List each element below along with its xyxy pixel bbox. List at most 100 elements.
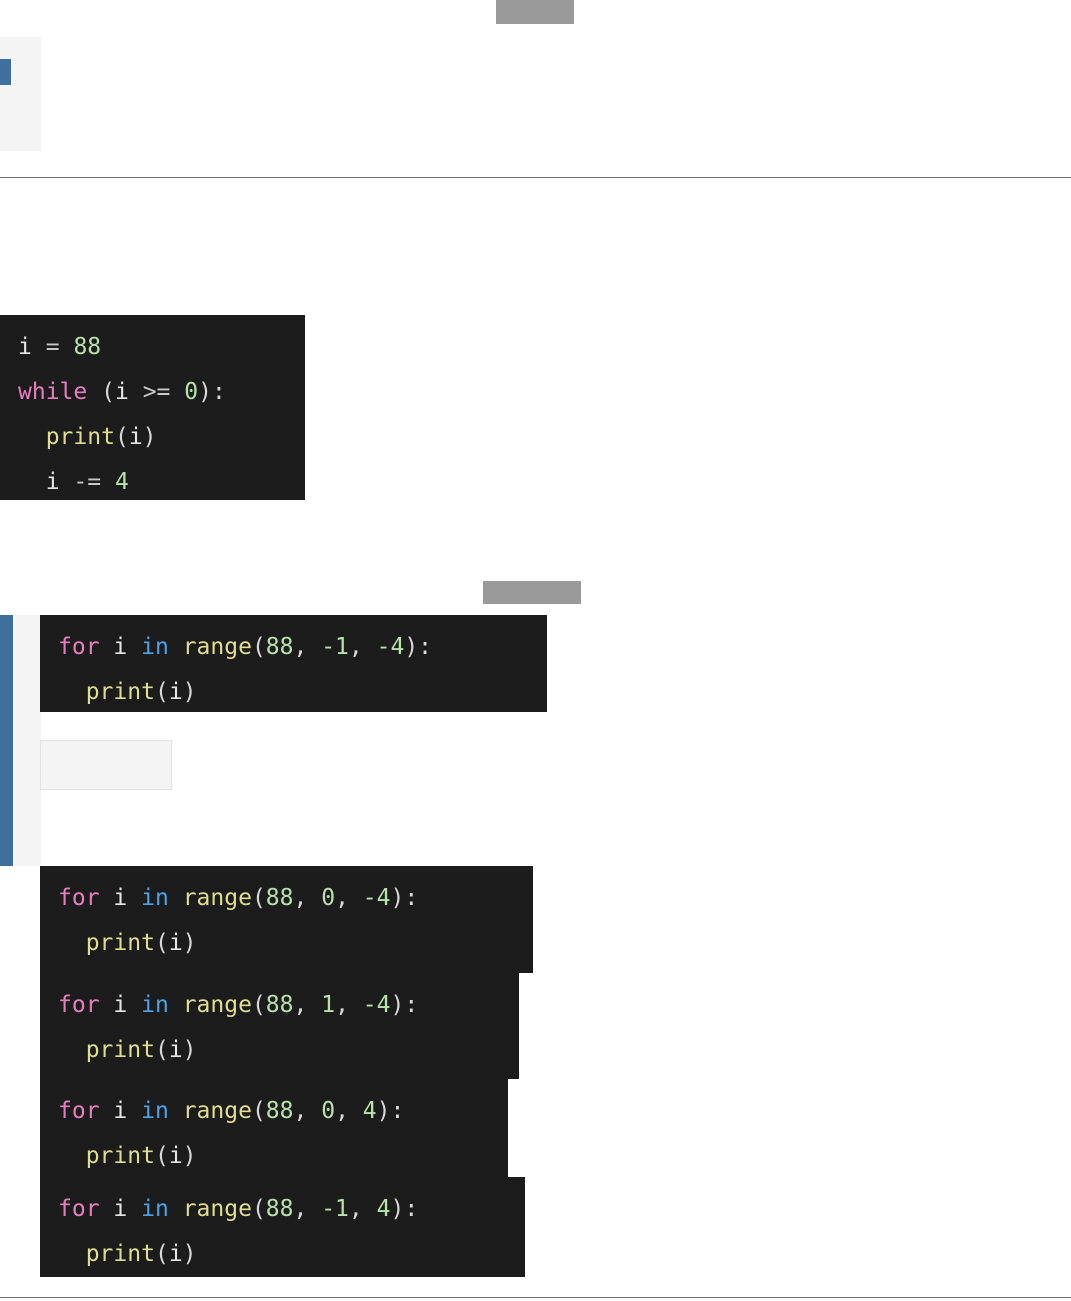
code-token: , (348, 1196, 377, 1222)
code-token: ( (251, 885, 266, 911)
option-3-line: print(i) (40, 1134, 508, 1179)
code-token: 88 (265, 992, 294, 1018)
code-token: ) (198, 379, 212, 405)
code-token: , (293, 992, 322, 1018)
code-token: = (45, 334, 60, 360)
option-1-line: for i in range(88, 0, -4): (40, 876, 533, 921)
code-token: in (141, 992, 169, 1018)
top-selection-panel[interactable] (0, 37, 41, 151)
code-token: i (168, 1037, 183, 1063)
code-token: ( (251, 1098, 266, 1124)
code-token: while (18, 379, 88, 405)
code-token: , (293, 1098, 322, 1124)
option-1-line: print(i) (40, 921, 533, 966)
code-token: i (113, 992, 128, 1018)
code-token: in (141, 634, 169, 660)
code-token: range (182, 1196, 252, 1222)
section-divider-bottom (0, 1297, 1071, 1298)
code-token: 4 (114, 469, 129, 495)
code-token: ) (390, 992, 405, 1018)
option-code-block-1[interactable]: for i in range(88, 0, -4): print(i) (40, 866, 533, 973)
code-token: 0 (321, 885, 336, 911)
redacted-answer-label-bar (483, 581, 581, 604)
code-token: print (85, 1241, 155, 1267)
code-token: in (141, 885, 169, 911)
code-token: range (182, 634, 252, 660)
question-code-block: i = 88 while (i >= 0): print(i) i -= 4 (0, 315, 305, 500)
code-token: ) (390, 1196, 405, 1222)
option-3-line: for i in range(88, 0, 4): (40, 1089, 508, 1134)
code-token: ) (182, 1037, 197, 1063)
code-token: ( (154, 1143, 169, 1169)
option-code-block-2[interactable]: for i in range(88, 1, -4): print(i) (40, 973, 519, 1079)
code-token: : (404, 885, 419, 911)
code-token: ) (376, 1098, 391, 1124)
code-token: ( (154, 930, 169, 956)
highlighted-answer-code-block[interactable]: for i in range(88, -1, -4): print(i) (40, 615, 547, 712)
blank-answer-box[interactable] (40, 740, 172, 790)
code-token: -4 (362, 992, 391, 1018)
option-code-block-4[interactable]: for i in range(88, -1, 4): print(i) (40, 1177, 525, 1277)
code-token: print (85, 679, 155, 705)
code-token: , (335, 885, 363, 911)
code-token: in (141, 1098, 169, 1124)
code-token: ( (154, 679, 169, 705)
code-token: i (168, 930, 183, 956)
code-token: ( (154, 1037, 169, 1063)
code-token: for (58, 1196, 100, 1222)
code-token: , (293, 634, 322, 660)
code-token: -= (73, 469, 102, 495)
code-token: i (113, 1098, 128, 1124)
code-token: i (45, 469, 60, 495)
code-token: i (128, 424, 143, 450)
question-code-line: while (i >= 0): (0, 370, 305, 415)
highlighted-answer-line: print(i) (40, 670, 547, 712)
code-token: , (293, 1196, 322, 1222)
answer-highlight-panel[interactable] (13, 615, 41, 866)
code-token: range (182, 885, 252, 911)
option-4-line: print(i) (40, 1232, 525, 1277)
code-token: print (85, 1143, 155, 1169)
option-4-line: for i in range(88, -1, 4): (40, 1187, 525, 1232)
code-token: i (168, 1143, 183, 1169)
code-token: >= (142, 379, 171, 405)
question-code-line: print(i) (0, 415, 305, 460)
code-token: : (390, 1098, 405, 1124)
option-code-block-3[interactable]: for i in range(88, 0, 4): print(i) (40, 1079, 508, 1179)
code-token: ) (182, 930, 197, 956)
code-token: range (182, 992, 252, 1018)
code-token: : (404, 1196, 419, 1222)
code-token: in (141, 1196, 169, 1222)
code-token: ) (182, 1241, 197, 1267)
code-token: : (418, 634, 433, 660)
code-token: i (168, 1241, 183, 1267)
selected-item-marker[interactable] (0, 59, 11, 85)
code-token: ( (251, 1196, 266, 1222)
option-2-line: for i in range(88, 1, -4): (40, 983, 519, 1028)
code-token: ) (182, 1143, 197, 1169)
code-token: print (85, 930, 155, 956)
code-token: ) (142, 424, 157, 450)
code-token: range (182, 1098, 252, 1124)
code-token: 0 (184, 379, 199, 405)
